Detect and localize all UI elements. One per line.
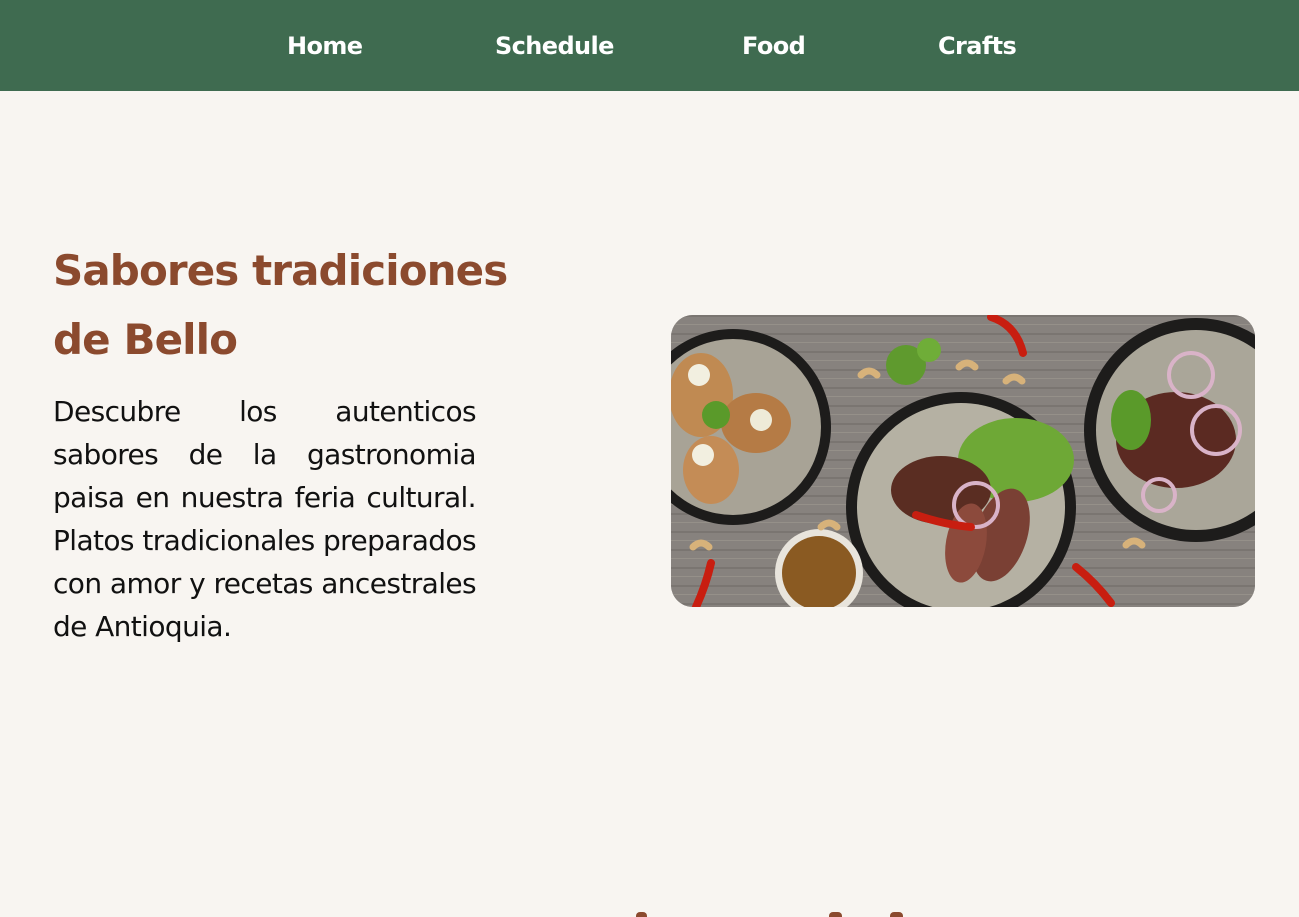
- top-navigation: Home Schedule Food Crafts: [0, 0, 1299, 91]
- nav-link-schedule[interactable]: Schedule: [495, 29, 614, 63]
- hero-title: Sabores tradiciones de Bello: [53, 246, 508, 364]
- hero-description: Descubre los autenticos sabores de la ga…: [53, 395, 477, 643]
- nav-link-crafts[interactable]: Crafts: [938, 29, 1017, 63]
- next-section-heading-partial: [0, 902, 1299, 917]
- nav-link-home[interactable]: Home: [287, 29, 363, 63]
- food-photo: [671, 315, 1255, 607]
- nav-link-food[interactable]: Food: [742, 29, 806, 63]
